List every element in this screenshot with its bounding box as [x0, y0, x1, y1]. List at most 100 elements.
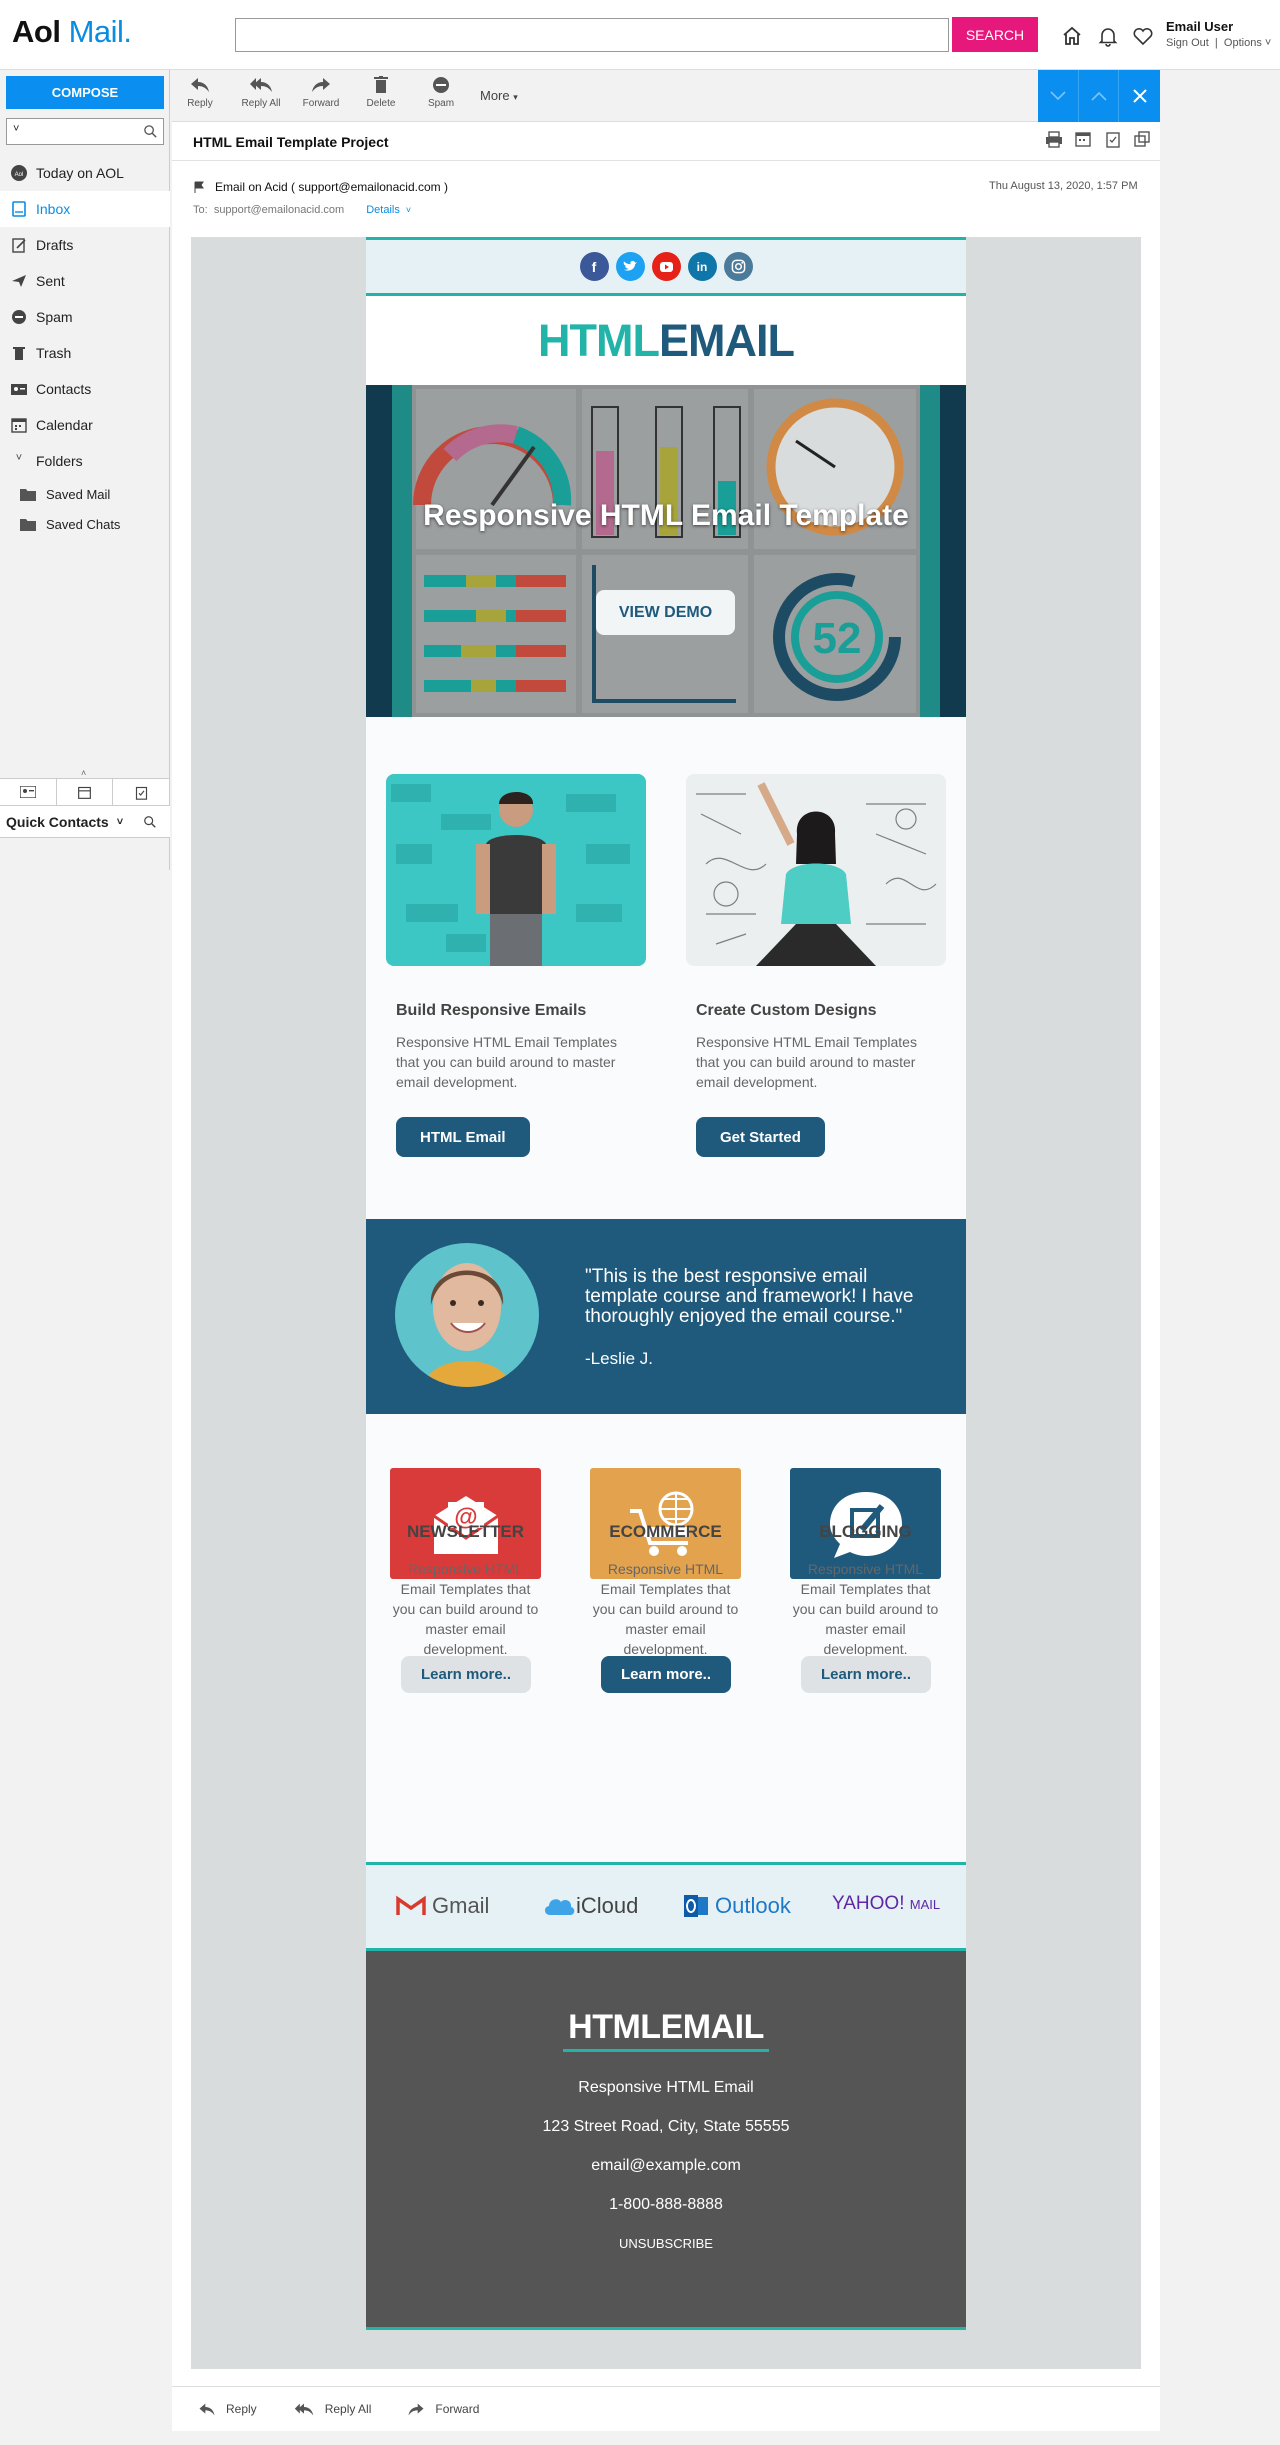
folder-saved-chats[interactable]: Saved Chats: [0, 509, 170, 539]
details-link[interactable]: Details: [366, 204, 400, 216]
chevron-up-icon: [1090, 91, 1107, 101]
calendar-icon[interactable]: [1074, 130, 1092, 148]
tab-tasks[interactable]: [113, 779, 171, 805]
forward-icon: [408, 2403, 424, 2415]
learn-more-button[interactable]: Learn more..: [601, 1656, 731, 1693]
more-menu[interactable]: More ▾: [480, 88, 518, 103]
learn-more-button[interactable]: Learn more..: [801, 1656, 931, 1693]
delete-label: Delete: [366, 98, 396, 109]
youtube-icon[interactable]: [651, 252, 681, 281]
sidebar-item-inbox[interactable]: Inbox: [0, 191, 170, 227]
reply-all-icon: [250, 78, 272, 92]
message-subject: HTML Email Template Project: [193, 134, 389, 150]
reply-icon: [191, 78, 209, 92]
reply-button[interactable]: Reply: [170, 76, 230, 120]
reply-label: Reply: [187, 98, 213, 109]
next-message-button[interactable]: [1038, 70, 1079, 122]
delete-button[interactable]: Delete: [351, 76, 411, 120]
flag-icon[interactable]: [193, 181, 205, 193]
popout-icon[interactable]: [1133, 130, 1151, 148]
bell-icon[interactable]: [1096, 24, 1120, 48]
search-icon[interactable]: [143, 124, 158, 139]
spam-button[interactable]: Spam: [411, 76, 471, 120]
print-icon[interactable]: [1045, 130, 1063, 148]
chevron-down-icon[interactable]: ˅: [117, 816, 123, 828]
sidebar-item-trash[interactable]: Trash: [0, 335, 170, 371]
twitter-icon[interactable]: [615, 252, 645, 281]
sidebar-item-spam[interactable]: Spam: [0, 299, 170, 335]
feature-text: Responsive HTML Email Templates that you…: [792, 1561, 939, 1657]
footer-email[interactable]: email@example.com: [366, 2157, 966, 2175]
search-icon[interactable]: [143, 815, 157, 829]
tab-calendar[interactable]: [57, 779, 114, 805]
linkedin-icon[interactable]: in: [687, 252, 717, 281]
sign-out-link[interactable]: Sign Out: [1166, 37, 1209, 49]
user-links: Sign Out | Options ˅: [1166, 37, 1272, 49]
footer-logo[interactable]: HTMLEMAIL: [366, 2008, 966, 2047]
recipient-email[interactable]: support@emailonacid.com: [214, 204, 344, 216]
chevron-down-icon[interactable]: ˅: [406, 205, 411, 215]
chevron-up-icon[interactable]: ˄: [81, 768, 86, 778]
logo-brand: Aol: [12, 14, 61, 49]
outlook-logo: Outlook: [683, 1893, 791, 1919]
drafts-icon: [12, 238, 26, 253]
reply-all-button[interactable]: Reply All: [231, 76, 291, 120]
sidebar-folders-toggle[interactable]: ˅ Folders: [0, 443, 170, 479]
search-input[interactable]: [235, 18, 949, 52]
tab-contacts[interactable]: [0, 779, 57, 805]
bottom-reply-all-button[interactable]: Reply All: [293, 2402, 371, 2417]
reply-icon: [199, 2403, 215, 2415]
facebook-icon[interactable]: f: [579, 252, 609, 281]
spam-label: Spam: [427, 98, 455, 109]
previous-message-button[interactable]: [1078, 70, 1120, 122]
folder-search-field[interactable]: ˅: [6, 118, 164, 145]
aol-mail-logo[interactable]: Aol Mail.: [12, 14, 132, 50]
quick-contacts-label: Quick Contacts: [6, 813, 109, 830]
bottom-reply-button[interactable]: Reply: [198, 2402, 257, 2417]
sidebar-item-calendar[interactable]: Calendar: [0, 407, 170, 443]
bottom-forward-button[interactable]: Forward: [407, 2402, 479, 2417]
html-email-button[interactable]: HTML Email: [396, 1117, 530, 1157]
brand-part-email: EMAIL: [658, 314, 795, 366]
sender-name[interactable]: Email on Acid: [215, 180, 288, 194]
dashboard-illustration: 52: [366, 385, 966, 717]
get-started-button[interactable]: Get Started: [696, 1117, 825, 1157]
tasks-icon[interactable]: [1104, 130, 1122, 148]
sidebar-item-today-on-aol[interactable]: Aol Today on AOL: [0, 155, 170, 191]
options-link[interactable]: Options: [1224, 37, 1262, 49]
sidebar-item-sent[interactable]: Sent: [0, 263, 170, 299]
caret-down-icon: ▾: [513, 92, 518, 102]
htmlemail-logo[interactable]: HTMLEMAIL: [538, 314, 795, 367]
user-name[interactable]: Email User: [1166, 19, 1233, 34]
close-message-button[interactable]: [1119, 70, 1160, 122]
client-name: iCloud: [576, 1893, 639, 1918]
trash-icon: [13, 347, 25, 360]
sidebar-item-drafts[interactable]: Drafts: [0, 227, 170, 263]
reply-all-icon: [294, 2403, 313, 2415]
sidebar-item-label: Inbox: [36, 201, 71, 217]
instagram-icon[interactable]: [723, 252, 753, 281]
hero-title: Responsive HTML Email Template: [423, 499, 909, 532]
folders-label: Folders: [36, 453, 83, 469]
folder-saved-mail[interactable]: Saved Mail: [0, 479, 170, 509]
learn-more-button[interactable]: Learn more..: [401, 1656, 531, 1693]
home-icon[interactable]: [1060, 24, 1084, 48]
sidebar-item-contacts[interactable]: Contacts: [0, 371, 170, 407]
quick-contacts-header[interactable]: Quick Contacts ˅: [0, 806, 170, 838]
brand-part-html: HTML: [538, 314, 660, 366]
feature-text: Responsive HTML Email Templates that you…: [592, 1561, 739, 1657]
unsubscribe-link[interactable]: UNSUBSCRIBE: [366, 2236, 966, 2251]
compose-button[interactable]: COMPOSE: [6, 76, 164, 109]
heart-icon[interactable]: [1131, 24, 1155, 48]
forward-label: Forward: [302, 98, 340, 109]
sender-email[interactable]: support@emailonacid.com: [298, 180, 440, 194]
sidebar-item-label: Sent: [36, 273, 65, 289]
chevron-down-icon[interactable]: ˅: [13, 123, 19, 135]
sidebar-item-label: Trash: [36, 345, 72, 361]
bottom-action-bar: Reply Reply All Forward: [172, 2386, 1160, 2431]
search-button[interactable]: SEARCH: [952, 17, 1038, 52]
forward-button[interactable]: Forward: [291, 76, 351, 120]
view-demo-button[interactable]: VIEW DEMO: [596, 590, 735, 635]
client-name-suffix: MAIL: [909, 1896, 941, 1912]
feature-text: Responsive HTML Email Templates that you…: [392, 1561, 539, 1657]
